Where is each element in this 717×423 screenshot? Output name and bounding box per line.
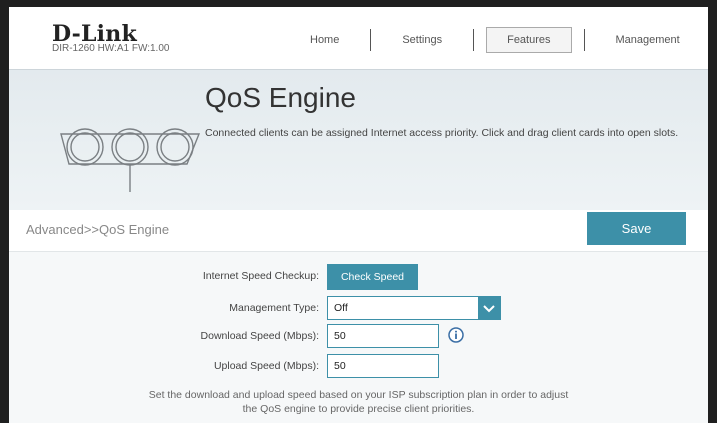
management-type-value: Off (334, 302, 348, 314)
management-type-label: Management Type: (229, 302, 319, 314)
chevron-down-icon[interactable] (478, 297, 500, 319)
management-type-row: Management Type: Off (9, 296, 708, 320)
download-speed-label: Download Speed (Mbps): (200, 330, 319, 342)
breadcrumb: Advanced>>QoS Engine (26, 222, 170, 237)
management-type-select[interactable]: Off (327, 296, 501, 320)
upload-speed-value: 50 (334, 360, 346, 372)
speed-note-line-2: the QoS engine to provide precise client… (242, 403, 475, 415)
upload-speed-label: Upload Speed (Mbps): (213, 360, 319, 372)
page-banner: QoS Engine Connected clients can be assi… (9, 69, 708, 211)
download-speed-row: Download Speed (Mbps): 50 (9, 324, 708, 348)
page-title: QoS Engine (205, 82, 356, 113)
info-icon[interactable] (448, 327, 464, 343)
nav-divider (473, 29, 475, 51)
qos-circles-illustration (60, 128, 201, 192)
upload-speed-input[interactable]: 50 (327, 354, 439, 378)
nav-features[interactable]: Features (486, 27, 572, 53)
upload-speed-row: Upload Speed (Mbps): 50 (9, 354, 708, 378)
download-speed-input[interactable]: 50 (327, 324, 439, 348)
nav-management[interactable]: Management (585, 27, 708, 53)
speed-note-line-1: Set the download and upload speed based … (148, 389, 569, 401)
speed-check-row: Internet Speed Checkup: Check Speed (9, 264, 708, 290)
qos-settings-form: Internet Speed Checkup: Check Speed Mana… (9, 251, 708, 423)
breadcrumb-bar: Advanced>>QoS Engine Save (9, 210, 708, 250)
device-info: DIR-1260 HW:A1 FW:1.00 (52, 43, 170, 54)
speed-check-label: Internet Speed Checkup: (202, 270, 319, 282)
top-header: D-Link DIR-1260 HW:A1 FW:1.00 Home Setti… (9, 7, 708, 69)
main-nav: Home Settings Features Management (269, 27, 708, 53)
nav-home[interactable]: Home (269, 27, 370, 53)
save-button[interactable]: Save (587, 212, 686, 245)
nav-settings[interactable]: Settings (371, 27, 473, 53)
router-admin-page: D-Link DIR-1260 HW:A1 FW:1.00 Home Setti… (9, 7, 708, 423)
check-speed-button[interactable]: Check Speed (327, 264, 418, 290)
page-description: Connected clients can be assigned Intern… (205, 127, 679, 139)
download-speed-value: 50 (334, 330, 346, 342)
